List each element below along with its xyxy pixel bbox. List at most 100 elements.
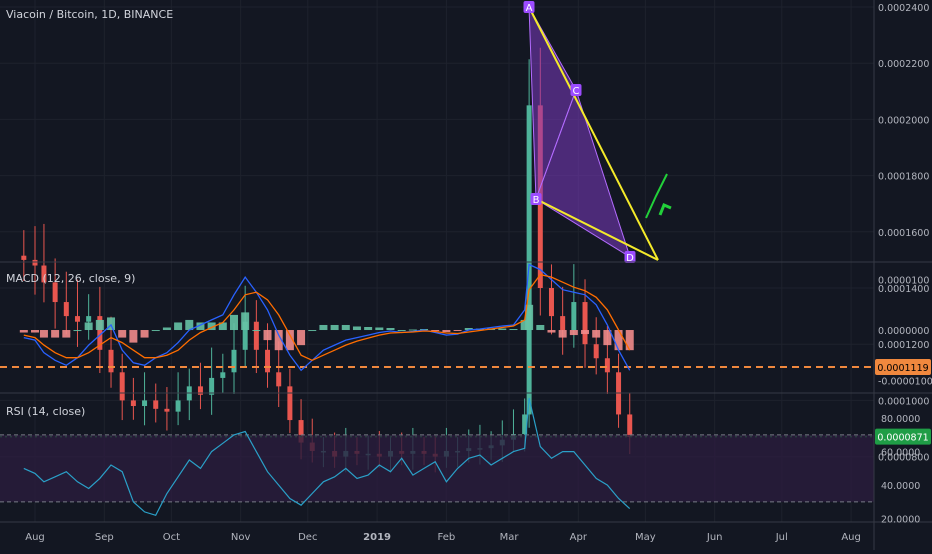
candle-body [231, 349, 237, 373]
candle-body [63, 302, 69, 317]
x-tick-label: May [635, 532, 656, 543]
candle-body [627, 414, 633, 437]
rsi-pane[interactable] [0, 397, 874, 517]
macd-histogram-bar [614, 330, 623, 351]
macd-histogram-bar [442, 330, 451, 333]
macd-histogram-bar [174, 322, 183, 331]
macd-histogram-bar [129, 330, 138, 343]
chart-canvas[interactable]: ABCD 0.00024000.00022000.00020000.000180… [0, 0, 932, 550]
rsi-label: RSI (14, close) [6, 405, 86, 418]
macd-histogram-bar [386, 328, 395, 331]
macd-histogram-bar [73, 330, 82, 332]
rsi-band [0, 434, 874, 502]
pattern-overlay: ABCD [523, 1, 672, 264]
candle-body [220, 372, 226, 378]
macd-label: MACD (12, 26, close, 9) [6, 272, 136, 285]
price-tick-label: 0.0002200 [878, 59, 929, 70]
candle-body [548, 288, 554, 317]
macd-histogram-bar [19, 330, 28, 333]
candle-body [108, 349, 114, 373]
macd-histogram-bar [252, 330, 261, 332]
macd-histogram-bar [263, 330, 272, 341]
macd-histogram-bar [62, 330, 71, 338]
price-tick-label: 0.0001600 [878, 228, 929, 239]
macd-tick-label: 0.0000000 [878, 326, 929, 337]
candle-body [593, 344, 599, 359]
macd-histogram-bar [39, 330, 48, 338]
breakout-arrow-icon [658, 203, 672, 216]
rsi-tick-label: 80.0000 [881, 414, 920, 425]
candle-body [130, 400, 136, 407]
resistance-badge: 0.0001119 [877, 363, 928, 374]
x-tick-label: Sep [95, 532, 114, 543]
macd-histogram-bar [151, 330, 160, 332]
macd-histogram-bar [558, 330, 567, 338]
macd-histogram-bar [162, 327, 171, 331]
macd-histogram-bar [31, 330, 39, 333]
macd-histogram-bar [308, 330, 317, 332]
macd-histogram-bar [581, 330, 590, 335]
candle-body [175, 400, 181, 412]
candle-body [604, 358, 610, 373]
candle-body [265, 349, 271, 373]
x-tick-label: Nov [231, 532, 251, 543]
rsi-tick-label: 40.0000 [881, 481, 920, 492]
price-tick-label: 0.0002400 [878, 3, 929, 14]
pattern-point-label: B [533, 195, 540, 206]
candle-body [32, 259, 38, 266]
macd-histogram-bar [592, 330, 601, 338]
candle-body [164, 408, 170, 412]
price-pane[interactable] [0, 47, 874, 473]
macd-histogram-bar [352, 326, 361, 331]
macd-histogram-bar [118, 330, 127, 338]
rsi-tick-label: 60.0000 [881, 448, 920, 459]
price-tick-label: 0.0002000 [878, 115, 929, 126]
macd-histogram-bar [229, 314, 238, 331]
macd-tick-label: 0.0000100 [878, 276, 929, 287]
macd-histogram-bar [569, 330, 578, 336]
breakout-arrow-line [645, 173, 668, 219]
macd-tick-label: -0.0000100 [878, 376, 932, 387]
candle-body [197, 386, 203, 395]
macd-histogram-bar [536, 324, 545, 331]
candle-body [142, 400, 148, 407]
candle-body [209, 377, 215, 395]
candle-body [21, 255, 27, 260]
x-tick-label: Jul [775, 532, 788, 543]
macd-histogram-bar [51, 330, 60, 338]
candle-body [253, 321, 259, 350]
x-tick-label: Mar [500, 532, 520, 543]
candle-body [86, 316, 92, 322]
macd-histogram-bar [330, 324, 339, 331]
macd-histogram-bar [140, 330, 149, 338]
candle-body [52, 282, 58, 303]
macd-histogram-bar [625, 330, 634, 351]
x-tick-label: Feb [438, 532, 456, 543]
macd-histogram-bar [319, 324, 328, 331]
rsi-tick-label: 20.0000 [881, 515, 920, 526]
x-tick-label: Dec [298, 532, 317, 543]
x-tick-label: Aug [25, 532, 45, 543]
x-tick-label: Oct [163, 532, 180, 543]
chart-stage[interactable]: ABCD 0.0002400 0.0002200 0.0002000 0.000180… [0, 0, 932, 550]
macd-histogram-bar [408, 329, 417, 331]
macd-histogram-bar [84, 322, 93, 331]
macd-histogram-bar [397, 330, 406, 332]
macd-histogram-bar [498, 328, 507, 331]
x-tick-label: 2019 [363, 532, 391, 543]
candle-body [287, 386, 293, 421]
price-tick-label: 0.0001800 [878, 172, 929, 183]
candle-body [119, 372, 125, 401]
candle-body [153, 400, 159, 409]
candle-body [526, 105, 532, 415]
x-tick-label: Aug [841, 532, 861, 543]
x-tick-label: Jun [706, 532, 723, 543]
price-tick-label: 0.0001200 [878, 340, 929, 351]
symbol-title: Viacoin / Bitcoin, 1D, BINANCE [6, 8, 174, 21]
macd-histogram-bar [547, 330, 556, 333]
macd-histogram-bar [509, 329, 518, 331]
macd-histogram-bar [241, 312, 250, 331]
candle-body [582, 302, 588, 345]
candle-body [276, 372, 282, 387]
pattern-point-label: A [526, 3, 533, 14]
